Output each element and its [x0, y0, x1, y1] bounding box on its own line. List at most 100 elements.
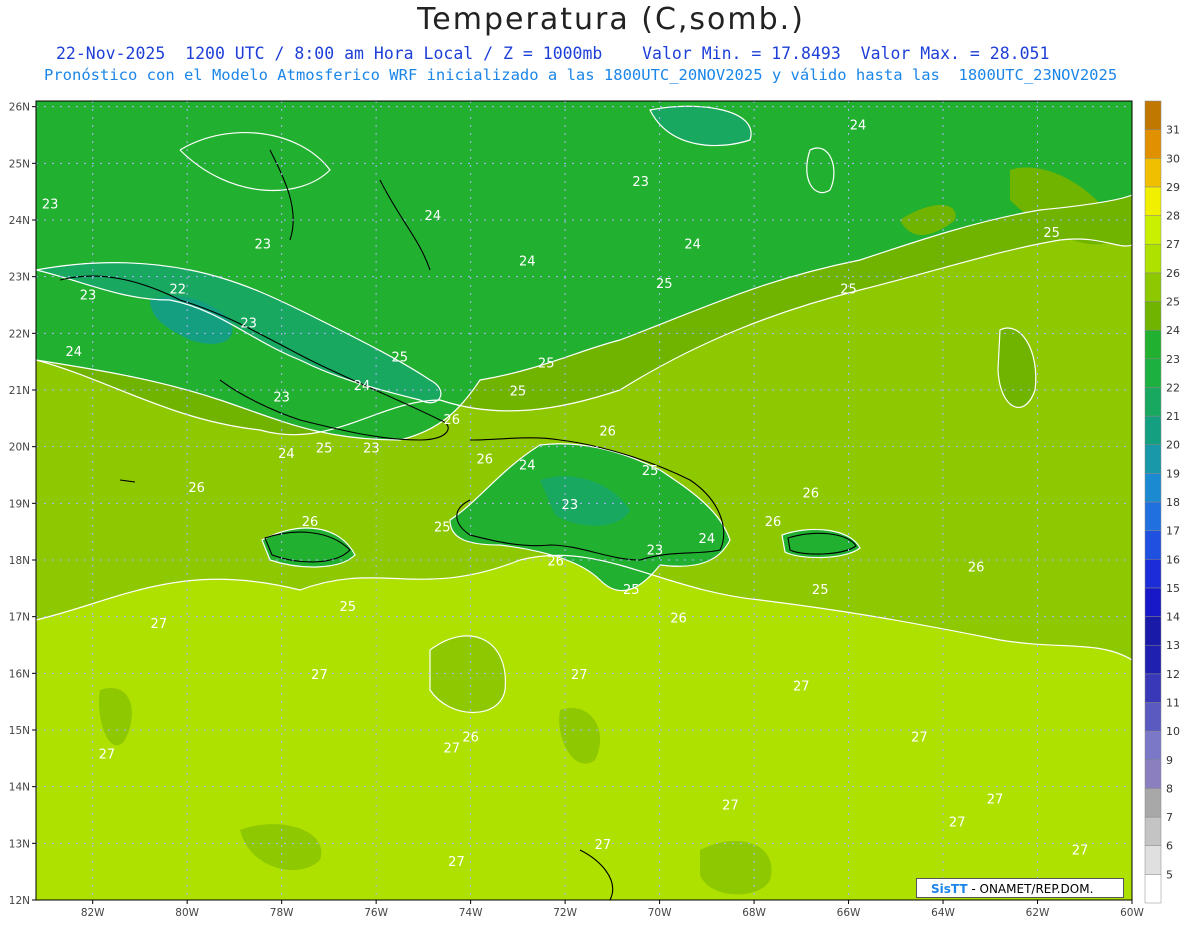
colorbar-label: 27 [1166, 238, 1180, 251]
contour-label: 23 [254, 237, 271, 252]
credit-box: SisTT - ONAMET/REP.DOM. [916, 878, 1124, 898]
contour-label: 25 [510, 385, 527, 400]
contour-label: 25 [340, 600, 357, 615]
lat-label: 17N [9, 612, 30, 624]
contour-label: 23 [562, 498, 579, 513]
contour-label: 25 [642, 464, 659, 479]
contour-label: 23 [632, 175, 649, 190]
lat-label: 14N [9, 782, 30, 794]
lat-label: 25N [9, 158, 30, 170]
contour-label: 27 [1072, 844, 1089, 859]
lat-label: 12N [9, 895, 30, 907]
colorbar-label: 29 [1166, 181, 1180, 194]
colorbar-label: 13 [1166, 639, 1180, 652]
contour-label: 24 [66, 345, 83, 360]
lat-label: 18N [9, 555, 30, 567]
contour-label: 24 [850, 118, 867, 133]
contour-label: 27 [99, 747, 116, 762]
sistt-logo: SisTT [931, 882, 968, 896]
colorbar-label: 9 [1166, 754, 1173, 767]
colorbar-label: 20 [1166, 439, 1180, 452]
cool-patch [700, 841, 772, 895]
colorbar-swatch [1144, 186, 1162, 216]
contour-label: 25 [840, 283, 857, 298]
contour-label: 27 [151, 617, 168, 632]
contour-label: 25 [656, 277, 673, 292]
colorbar-swatch [1144, 243, 1162, 274]
colorbar-swatch [1144, 387, 1162, 417]
contour-label: 26 [547, 555, 564, 570]
colorbar: 5 6 7 8 9 10 11 12 13 14 15 16 17 18 19 20 21 22 23 24 25 26 2… [1144, 100, 1180, 904]
colorbar-label: 16 [1166, 553, 1180, 566]
colorbar-label: 28 [1166, 210, 1180, 223]
contour-label: 25 [434, 521, 451, 536]
colorbar-label: 11 [1166, 697, 1180, 710]
credit-text: - ONAMET/REP.DOM. [967, 882, 1094, 896]
contour-label: 27 [311, 668, 328, 683]
contour-label: 27 [987, 793, 1004, 808]
contour-label: 23 [273, 390, 290, 405]
lon-label: 82W [81, 907, 105, 919]
contour-label: 24 [354, 379, 371, 394]
colorbar-label: 30 [1166, 152, 1180, 165]
colorbar-swatch [1144, 874, 1162, 904]
contour-label: 24 [278, 447, 295, 462]
colorbar-swatch [1144, 158, 1162, 188]
contour-label: 26 [802, 487, 819, 502]
lat-label: 13N [9, 838, 30, 850]
contour-label: 25 [316, 441, 333, 456]
colorbar-label: 17 [1166, 525, 1180, 538]
lon-label: 76W [364, 907, 388, 919]
contour-label: 26 [477, 453, 494, 468]
colorbar-swatch [1144, 272, 1162, 302]
lat-label: 21N [9, 385, 30, 397]
lon-label: 78W [270, 907, 294, 919]
colorbar-swatch [1144, 415, 1162, 445]
colorbar-label: 14 [1166, 611, 1180, 624]
lon-label: 64W [931, 907, 955, 919]
lat-label: 19N [9, 498, 30, 510]
contour-label: 25 [538, 356, 555, 371]
colorbar-label: 7 [1166, 811, 1173, 824]
colorbar-swatch [1144, 444, 1162, 474]
colorbar-swatch [1144, 759, 1162, 789]
contour-label: 26 [599, 424, 616, 439]
lat-label: 24N [9, 215, 30, 227]
colorbar-label: 18 [1166, 496, 1180, 509]
colorbar-label: 24 [1166, 324, 1180, 337]
contour-label: 24 [519, 254, 536, 269]
colorbar-swatch [1144, 587, 1162, 617]
contour-label: 23 [80, 288, 97, 303]
contour-label: 26 [670, 611, 687, 626]
lat-label: 22N [9, 328, 30, 340]
lon-label: 66W [837, 907, 861, 919]
contour-label: 27 [911, 730, 928, 745]
lat-label: 20N [9, 442, 30, 454]
colorbar-swatch [1144, 100, 1162, 130]
colorbar-label: 21 [1166, 410, 1180, 423]
lon-label: 68W [742, 907, 766, 919]
colorbar-swatch [1144, 702, 1162, 732]
lat-label: 23N [9, 272, 30, 284]
contour-label: 27 [595, 838, 612, 853]
contour-label: 22 [169, 283, 186, 298]
colorbar-label: 23 [1166, 353, 1180, 366]
contour-label: 23 [240, 317, 257, 332]
lon-label: 62W [1026, 907, 1050, 919]
colorbar-swatch [1144, 301, 1162, 331]
colorbar-swatch [1144, 358, 1162, 388]
colorbar-label: 15 [1166, 582, 1180, 595]
contour-label: 27 [443, 742, 460, 757]
contour-label: 26 [188, 481, 205, 496]
contour-label: 27 [949, 815, 966, 830]
contour-label: 23 [363, 441, 380, 456]
colorbar-label: 5 [1166, 868, 1173, 881]
lon-label: 72W [553, 907, 577, 919]
contour-label: 24 [425, 209, 442, 224]
contour-label: 25 [391, 351, 408, 366]
lat-label: 16N [9, 668, 30, 680]
contour-label: 25 [812, 583, 829, 598]
colorbar-swatch [1144, 559, 1162, 589]
contour-label: 27 [722, 798, 739, 813]
colorbar-label: 25 [1166, 296, 1180, 309]
